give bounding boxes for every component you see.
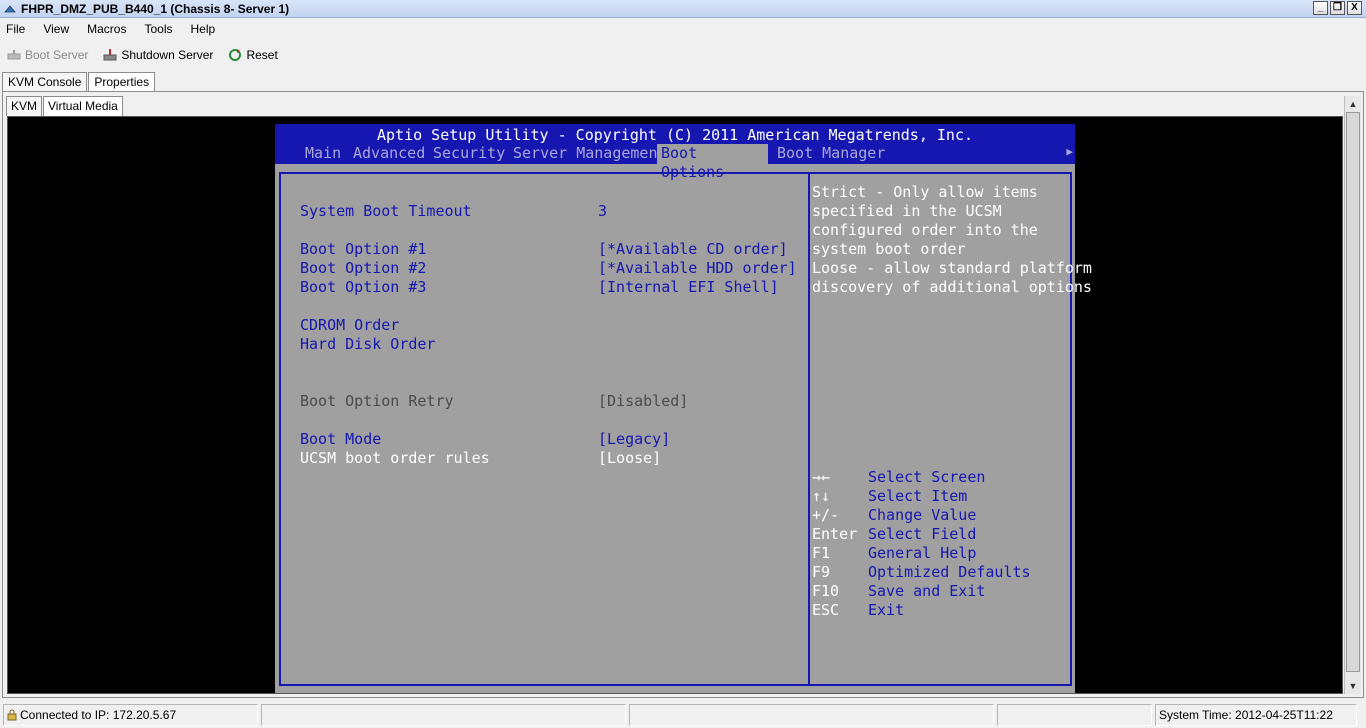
setting-label-ucsm-boot-order-rules[interactable]: UCSM boot order rules	[300, 449, 490, 468]
bios-title: Aptio Setup Utility - Copyright (C) 2011…	[376, 126, 974, 144]
bios-tab-boot-options[interactable]: Boot Options	[657, 144, 768, 181]
key-change-value: +/-	[812, 506, 840, 524]
bios-tab-security[interactable]: Security	[429, 144, 509, 164]
key-desc-select-field: Select Field	[868, 525, 977, 543]
shutdown-server-button[interactable]: Shutdown Server	[102, 48, 213, 62]
help-text-line: configured order into the	[812, 221, 1038, 239]
setting-label-boot-option-retry: Boot Option Retry	[300, 392, 454, 410]
bios-tab-advanced[interactable]: Advanced	[349, 144, 429, 164]
setting-label-boot-mode[interactable]: Boot Mode	[300, 430, 381, 449]
help-text-line: specified in the UCSM	[812, 202, 1002, 220]
lock-icon	[7, 709, 17, 721]
boot-server-button[interactable]: Boot Server	[6, 48, 88, 62]
toolbar: Boot Server Shutdown Server Reset	[0, 42, 1366, 68]
main-tabs: KVM Console Properties	[2, 72, 156, 92]
shutdown-server-label: Shutdown Server	[121, 48, 214, 62]
help-text-line: discovery of additional options	[812, 278, 1092, 296]
key-desc-change-value: Change Value	[868, 506, 977, 524]
bios-tabs: Main Advanced Security Server Management…	[275, 144, 1075, 181]
setting-label-boot-timeout[interactable]: System Boot Timeout	[300, 202, 472, 221]
connection-text: Connected to IP: 172.20.5.67	[20, 707, 177, 722]
tab-kvm-console[interactable]: KVM Console	[2, 72, 88, 92]
window-title: FHPR_DMZ_PUB_B440_1 (Chassis 8- Server 1…	[21, 1, 290, 16]
connection-status: Connected to IP: 172.20.5.67	[3, 703, 258, 726]
status-cell-empty	[629, 703, 994, 726]
setting-value-boot-mode[interactable]: [Legacy]	[598, 430, 670, 449]
boot-server-label: Boot Server	[25, 48, 89, 62]
setting-value-boot-option-retry: [Disabled]	[598, 392, 689, 410]
system-time-text: System Time: 2012-04-25T11:22	[1159, 707, 1333, 722]
key-desc-optimized-defaults: Optimized Defaults	[868, 563, 1031, 581]
help-text-line: system boot order	[812, 240, 966, 258]
setting-value-boot-option-2[interactable]: [*Available HDD order]	[598, 259, 797, 278]
console-tabs: KVM Virtual Media	[6, 96, 124, 116]
bios-tabs-more-icon: ▶	[1066, 145, 1073, 158]
key-desc-general-help: General Help	[868, 544, 977, 562]
help-text-line: Strict - Only allow items	[812, 183, 1038, 201]
minimize-button[interactable]: _	[1313, 1, 1328, 15]
setting-label-hard-disk-order[interactable]: Hard Disk Order	[300, 335, 435, 354]
power-on-icon	[6, 48, 22, 62]
setting-value-boot-option-3[interactable]: [Internal EFI Shell]	[598, 278, 779, 297]
scroll-thumb[interactable]	[1346, 112, 1360, 672]
bios-divider	[808, 174, 810, 684]
bios-tab-server-management[interactable]: Server Management	[509, 144, 671, 164]
key-f9: F9	[812, 563, 831, 581]
setting-label-boot-option-3[interactable]: Boot Option #3	[300, 278, 426, 297]
key-desc-select-screen: Select Screen	[868, 468, 986, 486]
menu-bar: File View Macros Tools Help	[0, 18, 1366, 40]
status-bar: Connected to IP: 172.20.5.67 System Time…	[0, 701, 1366, 728]
key-esc: ESC	[812, 601, 840, 619]
scroll-up-icon[interactable]: ▲	[1345, 96, 1361, 112]
bios-body: System Boot Timeout 3 Boot Option #1 [*A…	[279, 172, 1092, 686]
menu-view[interactable]: View	[43, 22, 69, 36]
shutdown-icon	[102, 48, 118, 62]
scroll-down-icon[interactable]: ▼	[1345, 678, 1361, 694]
key-desc-select-item: Select Item	[868, 487, 968, 505]
menu-help[interactable]: Help	[191, 22, 216, 36]
setting-label-boot-option-1[interactable]: Boot Option #1	[300, 240, 426, 259]
key-select-screen: →←	[812, 468, 831, 486]
tab-properties[interactable]: Properties	[88, 72, 156, 92]
bios-tab-main[interactable]: Main	[301, 144, 345, 164]
bios-setup-screen: Aptio Setup Utility - Copyright (C) 2011…	[275, 124, 1092, 693]
setting-value-ucsm-boot-order-rules[interactable]: [Loose]	[598, 449, 661, 468]
key-desc-save-and-exit: Save and Exit	[868, 582, 986, 600]
tab-kvm[interactable]: KVM	[6, 96, 43, 116]
help-text-line: Loose - allow standard platform	[812, 259, 1092, 277]
menu-tools[interactable]: Tools	[144, 22, 172, 36]
bios-header: Aptio Setup Utility - Copyright (C) 2011…	[275, 124, 1075, 181]
key-desc-exit: Exit	[868, 601, 905, 619]
app-icon	[3, 2, 17, 16]
setting-label-cdrom-order[interactable]: CDROM Order	[300, 316, 399, 335]
menu-macros[interactable]: Macros	[87, 22, 126, 36]
key-f1: F1	[812, 544, 831, 562]
reset-icon	[227, 48, 243, 62]
setting-value-boot-timeout[interactable]: 3	[598, 202, 607, 221]
status-cell-empty	[261, 703, 626, 726]
setting-value-boot-option-1[interactable]: [*Available CD order]	[598, 240, 788, 259]
tab-virtual-media[interactable]: Virtual Media	[43, 96, 123, 116]
close-button[interactable]: X	[1347, 1, 1362, 15]
title-bar: FHPR_DMZ_PUB_B440_1 (Chassis 8- Server 1…	[0, 0, 1366, 18]
key-select-item: ↑↓	[812, 487, 831, 505]
setting-label-boot-option-2[interactable]: Boot Option #2	[300, 259, 426, 278]
system-time: System Time: 2012-04-25T11:22	[1155, 703, 1357, 726]
menu-file[interactable]: File	[6, 22, 25, 36]
vertical-scrollbar[interactable]: ▲ ▼	[1344, 96, 1361, 694]
key-enter: Enter	[812, 525, 858, 543]
reset-label: Reset	[246, 48, 278, 62]
key-f10: F10	[812, 582, 840, 600]
status-cell-empty	[997, 703, 1152, 726]
bios-tab-boot-manager[interactable]: Boot Manager	[773, 144, 889, 164]
kvm-screen[interactable]: Aptio Setup Utility - Copyright (C) 2011…	[7, 116, 1343, 694]
maximize-button[interactable]: ❐	[1330, 1, 1345, 15]
reset-button[interactable]: Reset	[227, 48, 278, 62]
